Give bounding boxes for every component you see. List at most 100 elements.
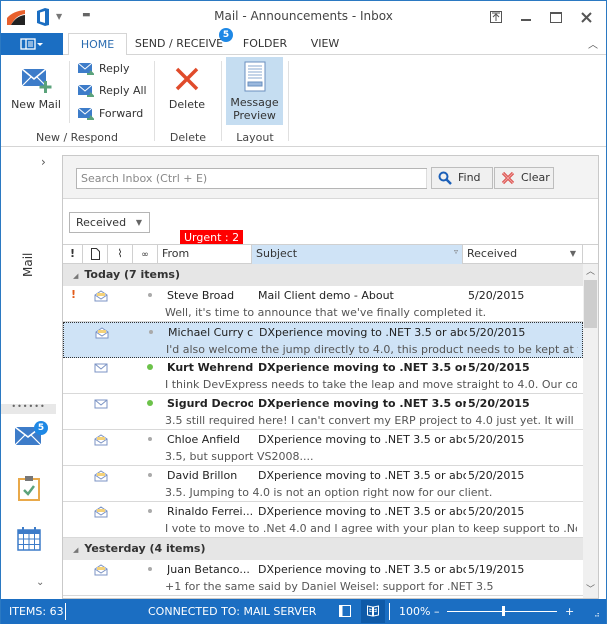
col-importance[interactable]: ! xyxy=(63,245,83,264)
reply-all-button[interactable]: Reply All xyxy=(77,81,147,101)
unread-status-dot[interactable] xyxy=(147,400,153,406)
nav-calendar-button[interactable] xyxy=(17,527,41,554)
minimize-button[interactable] xyxy=(515,7,537,27)
close-button[interactable] xyxy=(575,7,597,27)
read-status-dot[interactable] xyxy=(148,293,152,297)
mail-row[interactable]: Sigurd Decroos DXperience moving to .NET… xyxy=(63,394,583,430)
nav-more-chevron-icon[interactable]: ⌄ xyxy=(36,577,44,588)
mail-row[interactable]: Rinaldo Ferrei... DXperience moving to .… xyxy=(63,502,583,538)
mail-row[interactable]: ! Steve Broad Mail Client demo - About 5… xyxy=(63,286,583,322)
read-status-dot[interactable] xyxy=(148,567,152,571)
clear-icon xyxy=(501,171,515,185)
chevron-down-icon: ▼ xyxy=(135,218,142,227)
search-placeholder: Search Inbox (Ctrl + E) xyxy=(81,172,208,185)
mail-preview: 3.5, but support VS2008.... xyxy=(165,450,314,463)
zoom-out-button[interactable]: – xyxy=(434,599,440,624)
group-row-yesterday[interactable]: ◢ Yesterday (4 items) xyxy=(63,538,583,560)
new-mail-button[interactable]: New Mail xyxy=(7,59,65,111)
document-icon xyxy=(90,248,100,260)
mail-list: ◢ Today (7 items) ! Steve Broad Mail Clie… xyxy=(63,264,583,598)
read-status-dot[interactable] xyxy=(149,330,153,334)
reply-button[interactable]: Reply xyxy=(77,59,130,79)
scroll-up-icon[interactable]: ︿ xyxy=(583,264,598,280)
search-input[interactable]: Search Inbox (Ctrl + E) ⌄ xyxy=(76,168,437,189)
zoom-slider-thumb[interactable] xyxy=(502,606,505,616)
read-status-dot[interactable] xyxy=(148,473,152,477)
mail-from: Juan Betanco... xyxy=(167,563,250,576)
mail-subject: DXperience moving to .NET 3.5 or abo... xyxy=(259,326,467,339)
mail-badge: 5 xyxy=(34,421,48,435)
reply-label: Reply xyxy=(99,62,130,75)
collapse-ribbon-icon[interactable]: ︿ xyxy=(588,36,598,51)
opened-envelope-icon xyxy=(94,470,108,482)
mail-date: 5/20/2015 xyxy=(468,505,525,518)
send-receive-badge: 5 xyxy=(219,28,233,42)
mail-row[interactable]: Juan Betanco... DXperience moving to .NE… xyxy=(63,560,583,596)
tab-view[interactable]: VIEW xyxy=(303,33,347,55)
expand-nav-icon[interactable]: › xyxy=(41,155,46,169)
mail-from: Kurt Wehrend xyxy=(167,361,253,374)
find-button[interactable]: Find xyxy=(431,167,493,189)
read-status-dot[interactable] xyxy=(148,509,152,513)
col-attachment[interactable]: ⌇ xyxy=(108,245,133,264)
nav-splitter[interactable]: •••••• xyxy=(1,403,56,414)
mail-from: Steve Broad xyxy=(167,289,235,302)
sort-by-dropdown[interactable]: Received ▼ xyxy=(69,212,150,233)
zoom-in-button[interactable]: + xyxy=(565,599,574,624)
mail-list-panel: Search Inbox (Ctrl + E) ⌄ Find Clear Rec… xyxy=(62,155,599,599)
closed-envelope-icon xyxy=(94,363,108,373)
message-preview-button[interactable]: Message Preview xyxy=(226,57,283,125)
delete-icon xyxy=(175,67,199,91)
attachment-icon: ⌇ xyxy=(117,247,123,260)
nav-tasks-button[interactable] xyxy=(18,475,40,504)
scroll-down-icon[interactable]: ﹀ xyxy=(583,582,598,598)
vertical-scrollbar[interactable]: ︿ ﹀ xyxy=(583,264,598,598)
col-flag[interactable]: ∞ xyxy=(133,245,158,264)
minimize-icon xyxy=(521,19,531,21)
search-bar: Search Inbox (Ctrl + E) ⌄ Find Clear xyxy=(63,156,598,199)
maximize-button[interactable] xyxy=(545,7,567,27)
forward-label: Forward xyxy=(99,107,144,120)
restore-to-tray-button[interactable] xyxy=(485,7,507,27)
app-menu-button[interactable] xyxy=(1,33,63,55)
mail-preview: 3.5 still required here! I can't convert… xyxy=(165,414,577,427)
collapse-group-icon[interactable]: ◢ xyxy=(73,272,78,280)
group-row-today[interactable]: ◢ Today (7 items) xyxy=(63,264,583,286)
high-importance-icon: ! xyxy=(71,288,77,301)
filter-icon[interactable]: ▿ xyxy=(454,243,458,261)
mail-date: 5/20/2015 xyxy=(469,326,526,339)
mail-preview: I'd also welcome the jump directly to 4.… xyxy=(166,343,578,356)
scroll-thumb[interactable] xyxy=(584,280,597,328)
closed-envelope-icon xyxy=(94,399,108,409)
col-from[interactable]: From xyxy=(158,245,252,264)
mail-subject: DXperience moving to .NET 3.5 or abo... xyxy=(258,563,466,576)
nav-current-module: Mail xyxy=(21,252,35,277)
sort-desc-icon: ▼ xyxy=(569,249,576,258)
mail-row[interactable]: David Brillon DXperience moving to .NET … xyxy=(63,466,583,502)
mail-row[interactable]: Kurt Wehrend DXperience moving to .NET 3… xyxy=(63,358,583,394)
close-icon xyxy=(580,12,592,23)
tab-folder[interactable]: FOLDER xyxy=(237,33,293,55)
delete-button[interactable]: Delete xyxy=(163,59,211,111)
reading-view-button[interactable] xyxy=(361,600,385,623)
find-label: Find xyxy=(458,171,481,184)
mail-row-selected[interactable]: Michael Curry cl DXperience moving to .N… xyxy=(63,322,583,358)
separator xyxy=(221,61,222,141)
forward-button[interactable]: Forward xyxy=(77,104,144,124)
unread-status-dot[interactable] xyxy=(147,364,153,370)
col-subject[interactable]: Subject ▿ xyxy=(252,245,463,264)
normal-view-button[interactable] xyxy=(339,605,351,617)
resize-grip-icon[interactable]: ⠴ xyxy=(594,602,600,627)
collapse-group-icon[interactable]: ◢ xyxy=(73,546,78,554)
mail-row[interactable]: Chloe Anfield DXperience moving to .NET … xyxy=(63,430,583,466)
clear-button[interactable]: Clear xyxy=(494,167,554,189)
separator xyxy=(154,61,155,141)
reply-all-icon xyxy=(77,84,96,97)
tab-home[interactable]: HOME xyxy=(68,33,127,56)
col-icon[interactable] xyxy=(83,245,108,264)
group-label-new-respond: New / Respond xyxy=(35,131,118,144)
read-status-dot[interactable] xyxy=(148,437,152,441)
tab-send-receive[interactable]: SEND / RECEIVE xyxy=(133,33,225,55)
col-received[interactable]: Received ▼ xyxy=(463,245,583,264)
message-preview-label-1: Message xyxy=(230,96,279,109)
